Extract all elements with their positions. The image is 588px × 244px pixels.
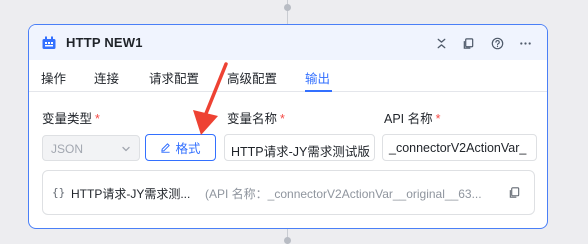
tab-output[interactable]: 输出 xyxy=(305,68,330,87)
tab-operation[interactable]: 操作 xyxy=(41,68,66,87)
tab-request-config[interactable]: 请求配置 xyxy=(149,68,199,87)
http-node-card[interactable]: HTTP NEW1 操作 连接 请求配置 高级配置 输出 变量类型 * 变量名称… xyxy=(28,24,548,229)
var-name-input[interactable]: HTTP请求-JY需求测试版 xyxy=(224,134,375,161)
var-name-label: 变量名称 * xyxy=(227,112,285,126)
chevron-down-icon xyxy=(122,146,130,152)
copy-icon[interactable] xyxy=(508,186,521,199)
help-icon xyxy=(491,37,503,49)
collapse-icon xyxy=(437,38,445,48)
var-type-select[interactable]: JSON xyxy=(42,135,140,161)
output-variable-item: {} HTTP请求-JY需求测... (API 名称：_connectorV2A… xyxy=(42,170,535,215)
collapse-button[interactable] xyxy=(432,34,450,52)
http-node-icon xyxy=(42,36,56,49)
format-button[interactable]: 格式 xyxy=(145,134,216,161)
more-icon xyxy=(519,41,531,45)
format-button-label: 格式 xyxy=(175,142,201,156)
var-name-value: HTTP请求-JY需求测试版 xyxy=(231,145,370,159)
api-name-label: API 名称 * xyxy=(384,112,441,126)
connector-port-top[interactable] xyxy=(284,4,291,11)
copy-icon xyxy=(463,37,473,49)
output-variable-api-name: (API 名称：_connectorV2ActionVar__original_… xyxy=(205,187,482,201)
api-name-value: _connectorV2ActionVar_ xyxy=(389,141,527,155)
var-type-label: 变量类型 * xyxy=(42,112,100,126)
node-header: HTTP NEW1 xyxy=(29,25,547,60)
api-name-input[interactable]: _connectorV2ActionVar_ xyxy=(382,134,537,161)
node-tabs: 操作 连接 请求配置 高级配置 输出 xyxy=(29,60,547,92)
var-type-value: JSON xyxy=(51,142,84,156)
more-button[interactable] xyxy=(516,34,534,52)
edit-icon xyxy=(161,143,171,153)
node-title: HTTP NEW1 xyxy=(66,35,143,50)
copy-node-button[interactable] xyxy=(459,34,477,52)
tab-advanced-config[interactable]: 高级配置 xyxy=(227,68,277,87)
active-tab-indicator xyxy=(305,90,332,92)
json-object-icon: {} xyxy=(52,186,66,199)
connector-port-bottom[interactable] xyxy=(284,237,291,244)
help-button[interactable] xyxy=(488,34,506,52)
output-variable-name: HTTP请求-JY需求测... xyxy=(71,187,191,201)
tab-connection[interactable]: 连接 xyxy=(94,68,119,87)
